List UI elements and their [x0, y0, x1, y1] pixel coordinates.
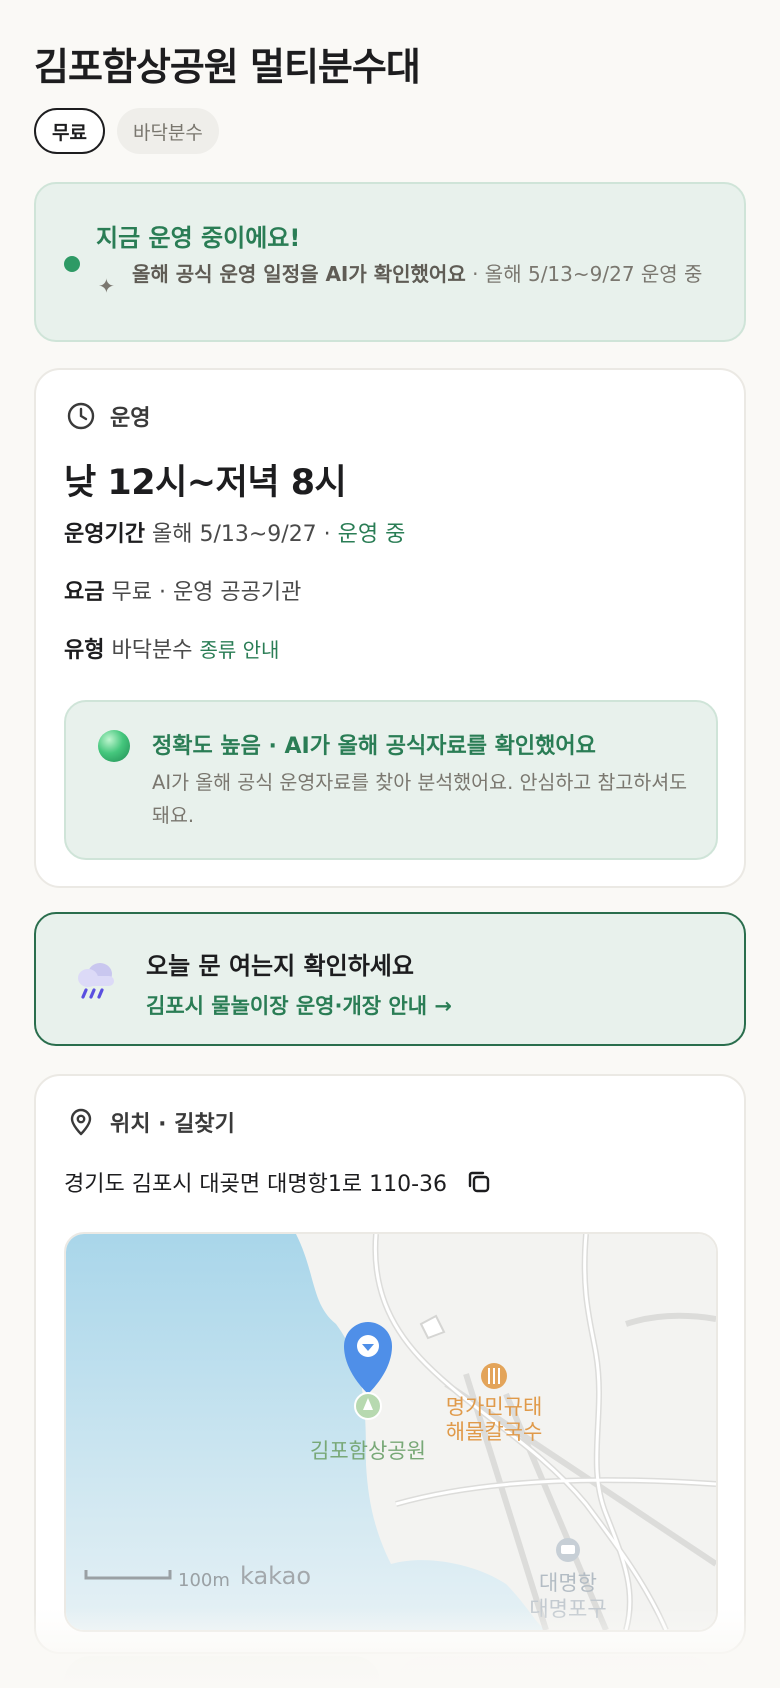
type-row: 유형 바닥분수 종류 안내	[64, 632, 279, 664]
location-card: 위치 · 길찾기 경기도 김포시 대곶면 대명항1로 110-36 김포함상공원…	[34, 1074, 746, 1654]
chip-free[interactable]: 무료	[34, 108, 105, 154]
period-sep: ·	[316, 522, 338, 547]
operation-section-label: 운영	[110, 406, 151, 431]
map-port-label: 대명항	[539, 1571, 597, 1595]
chip-type[interactable]: 바닥분수	[116, 108, 219, 154]
rain-cloud-icon	[78, 963, 114, 999]
notice-title: 오늘 문 여는지 확인하세요	[146, 952, 414, 980]
notice-link[interactable]: 김포시 물놀이장 운영·개장 안내 →	[146, 990, 452, 1020]
period-label: 운영기간	[64, 522, 145, 547]
status-subtitle: 올해 공식 운영 일정을 AI가 확인했어요 · 올해 5/13~9/27 운영…	[132, 260, 722, 289]
check-open-notice-card[interactable]: 오늘 문 여는지 확인하세요 김포시 물놀이장 운영·개장 안내 →	[34, 912, 746, 1046]
port-icon[interactable]	[556, 1538, 580, 1562]
operation-section-header: 운영	[66, 400, 150, 432]
map-view[interactable]: 김포함상공원 명가민규태 해물칼국수 대명항 대명포구 100m	[64, 1232, 718, 1632]
copy-icon[interactable]	[465, 1168, 493, 1196]
sparkle-icon: ✦	[98, 274, 115, 298]
status-dot	[64, 256, 80, 272]
accuracy-box: 정확도 높음 · AI가 올해 공식자료를 확인했어요 AI가 올해 공식 운영…	[64, 700, 718, 860]
bottom-fade	[0, 1608, 780, 1688]
accuracy-description: AI가 올해 공식 운영자료를 찾아 분석했어요. 안심하고 참고하셔도 돼요.	[152, 771, 688, 827]
accuracy-title: 정확도 높음 · AI가 올해 공식자료를 확인했어요	[152, 734, 596, 759]
location-section-header: 위치 · 길찾기	[66, 1106, 235, 1138]
accuracy-indicator-icon	[98, 730, 130, 762]
type-guide-link[interactable]: 종류 안내	[199, 638, 279, 662]
tag-chips: 무료 바닥분수	[34, 108, 219, 154]
address-row: 경기도 김포시 대곶면 대명항1로 110-36	[64, 1166, 493, 1198]
map-canvas[interactable]: 김포함상공원 명가민규태 해물칼국수 대명항 대명포구 100m	[66, 1234, 716, 1630]
operation-card: 운영 낮 12시~저녁 8시 운영기간 올해 5/13~9/27 · 운영 중 …	[34, 368, 746, 888]
status-ai-text: 올해 공식 운영 일정을 AI가 확인했어요	[132, 262, 466, 286]
status-period-text: · 올해 5/13~9/27 운영 중	[465, 262, 703, 286]
status-title: 지금 운영 중이에요!	[96, 224, 301, 252]
restaurant-icon[interactable]	[481, 1363, 507, 1389]
type-value: 바닥분수	[111, 638, 193, 663]
operation-hours: 낮 12시~저녁 8시	[64, 463, 347, 503]
period-status: 운영 중	[337, 522, 406, 547]
period-value: 올해 5/13~9/27	[151, 522, 317, 547]
page: 김포함상공원 멀티분수대 무료 바닥분수 지금 운영 중이에요! ✦ 올해 공식…	[0, 0, 780, 1688]
map-restaurant-label-1: 명가민규태	[446, 1395, 543, 1419]
period-row: 운영기간 올해 5/13~9/27 · 운영 중	[64, 516, 405, 548]
map-pin-icon	[70, 1108, 92, 1136]
page-title: 김포함상공원 멀티분수대	[34, 45, 421, 89]
clock-icon	[67, 402, 95, 430]
address-text: 경기도 김포시 대곶면 대명항1로 110-36	[64, 1172, 448, 1197]
map-place-label: 김포함상공원	[310, 1439, 426, 1463]
map-scale-label: 100m	[178, 1570, 230, 1591]
operation-status-card: 지금 운영 중이에요! ✦ 올해 공식 운영 일정을 AI가 확인했어요 · 올…	[34, 182, 746, 342]
map-restaurant-label-2: 해물칼국수	[446, 1420, 543, 1444]
map-brand-logo: kakao	[240, 1562, 311, 1590]
type-label: 유형	[64, 638, 105, 663]
fee-label: 요금	[64, 580, 105, 605]
fee-value: 무료 · 운영 공공기관	[111, 580, 302, 605]
fee-row: 요금 무료 · 운영 공공기관	[64, 574, 301, 606]
location-section-label: 위치 · 길찾기	[110, 1112, 235, 1137]
